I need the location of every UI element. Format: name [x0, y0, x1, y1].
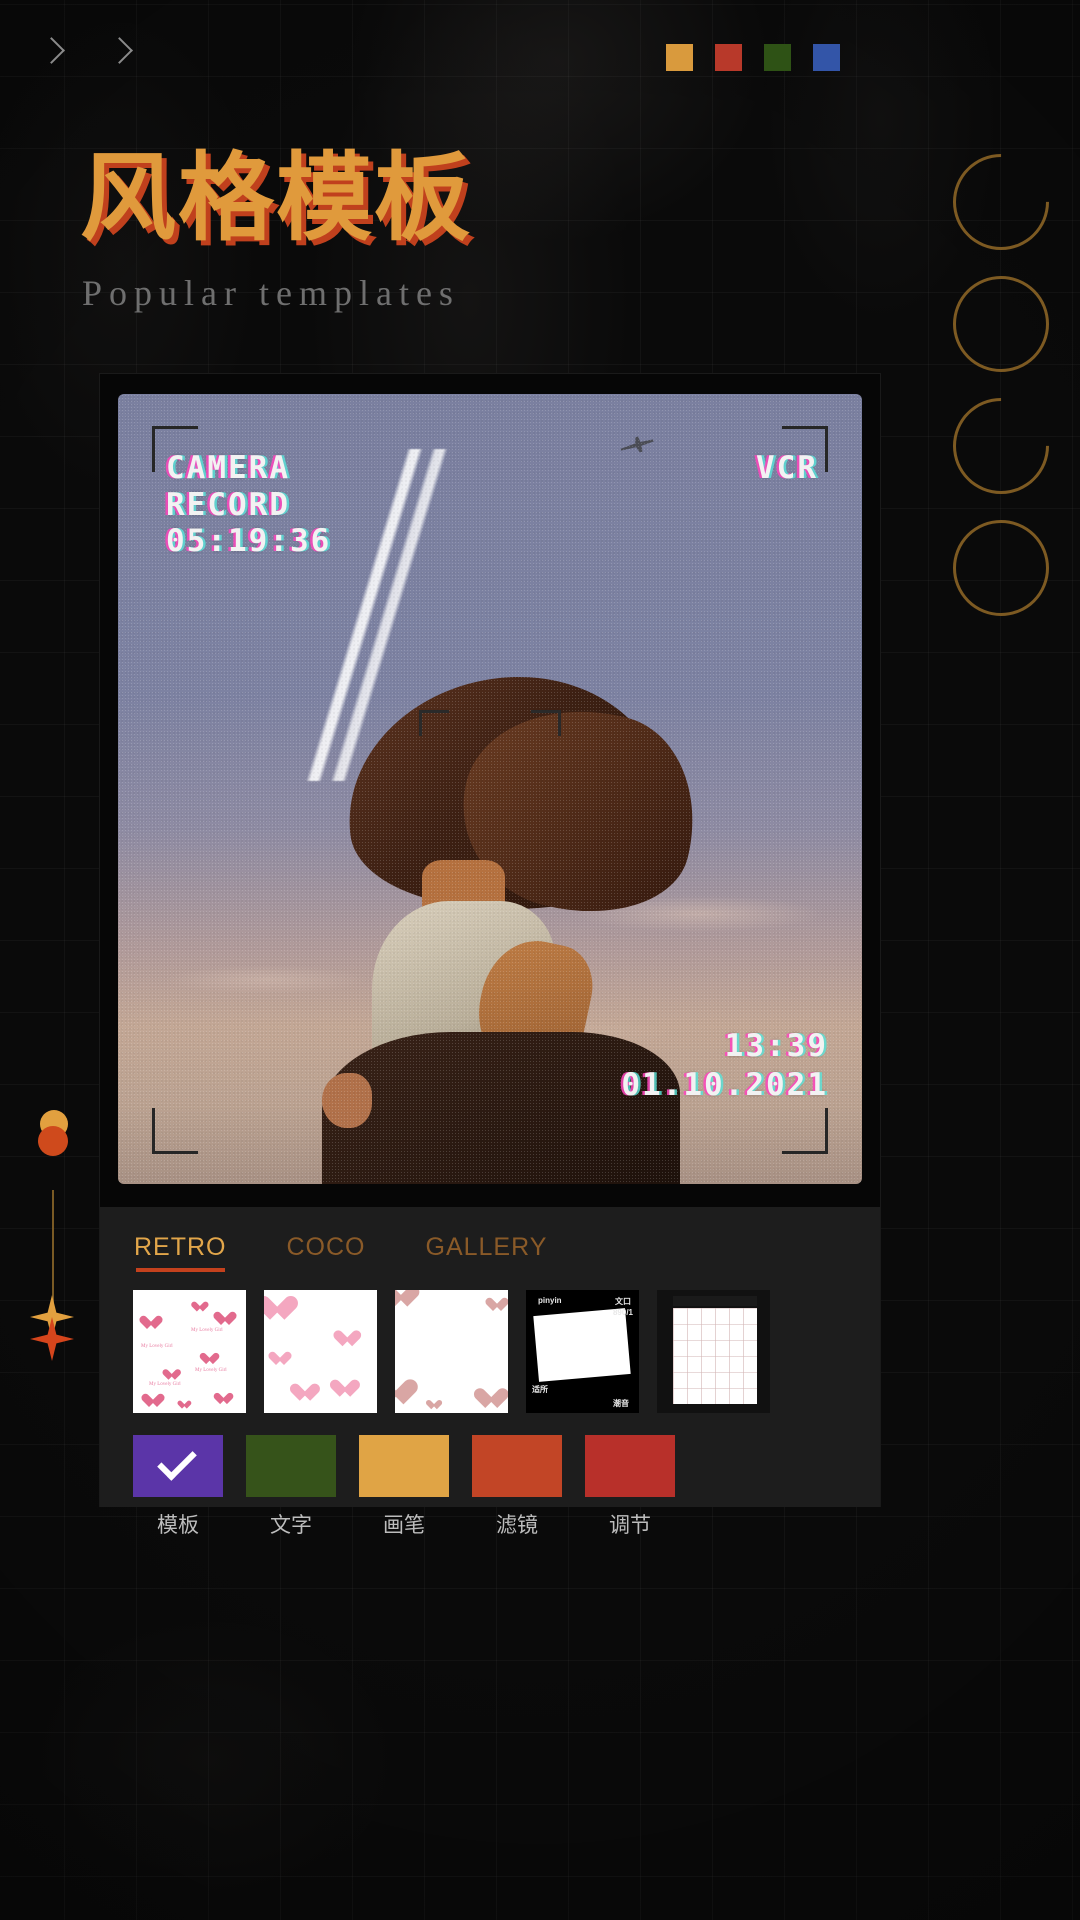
- sparkle-red-icon: [30, 1317, 74, 1361]
- tool-brush[interactable]: 画笔: [359, 1435, 449, 1539]
- decoration-dots: [38, 1110, 88, 1170]
- tab-gallery[interactable]: GALLERY: [426, 1233, 548, 1272]
- thumb-hearts-glossy[interactable]: [395, 1290, 508, 1413]
- letter-o-outline: [947, 270, 1055, 378]
- decoration-sparkle: [30, 1295, 78, 1363]
- tool-brush-label: 画笔: [383, 1513, 425, 1537]
- tool-text[interactable]: 文字: [246, 1435, 336, 1539]
- frame-bracket-bottom-left: [152, 1108, 198, 1154]
- tool-template-label: 模板: [157, 1513, 199, 1537]
- letter-o-outline: [947, 514, 1055, 622]
- panel-tab-bar: RETRO COCO GALLERY: [100, 1207, 880, 1272]
- swatch-amber[interactable]: [666, 44, 693, 71]
- subject-hand: [321, 1072, 372, 1129]
- tab-retro[interactable]: RETRO: [134, 1233, 227, 1272]
- overlay-timestamp: 13:39 01.10.2021: [621, 1027, 828, 1106]
- frame-bracket-bottom-right: [782, 1108, 828, 1154]
- template-panel: RETRO COCO GALLERY My Lovely Girl My Lov…: [100, 1207, 880, 1537]
- tool-template-swatch: [133, 1435, 223, 1497]
- overlay-record-label: RECORD: [166, 486, 290, 523]
- chevron-right-icon[interactable]: [36, 36, 70, 70]
- header-swatch-row: [666, 44, 840, 71]
- tool-adjust-swatch: [585, 1435, 675, 1497]
- vertical-coco-decoration: [933, 134, 1069, 636]
- page-title: 风格模板: [80, 142, 472, 254]
- photo-preview[interactable]: CAMERA RECORD 05:19:36 VCR 13:39 01.10.2…: [118, 394, 862, 1184]
- tool-brush-swatch: [359, 1435, 449, 1497]
- overlay-date: 01.10.2021: [621, 1067, 828, 1104]
- tool-adjust-label: 调节: [609, 1513, 651, 1537]
- tool-text-swatch: [246, 1435, 336, 1497]
- tool-adjust[interactable]: 调节: [585, 1435, 675, 1539]
- letter-c-outline: [933, 378, 1069, 514]
- tool-text-label: 文字: [270, 1513, 312, 1537]
- thumb-hearts-pink[interactable]: [264, 1290, 377, 1413]
- page-subtitle: Popular templates: [82, 273, 460, 313]
- thumb-phone-grid[interactable]: [657, 1290, 770, 1413]
- tool-bar: 模板 文字 画笔 滤镜 调节: [100, 1413, 880, 1539]
- tool-template[interactable]: 模板: [133, 1435, 223, 1539]
- thumb-hearts-scatter[interactable]: My Lovely Girl My Lovely Girl My Lovely …: [133, 1290, 246, 1413]
- template-thumbnail-row: My Lovely Girl My Lovely Girl My Lovely …: [100, 1272, 880, 1413]
- overlay-camera-label: CAMERA: [166, 450, 290, 486]
- swatch-red[interactable]: [715, 44, 742, 71]
- thumb-pinyin-frame[interactable]: pinyin 文口 890/1 适所 潮音: [526, 1290, 639, 1413]
- tool-filter-swatch: [472, 1435, 562, 1497]
- overlay-mode-label: VCR: [756, 450, 818, 486]
- letter-c-outline: [933, 134, 1069, 270]
- dot-red: [38, 1126, 68, 1156]
- tool-filter[interactable]: 滤镜: [472, 1435, 562, 1539]
- focus-brackets: [419, 710, 561, 758]
- overlay-left-text: CAMERA RECORD 05:19:36: [166, 450, 331, 560]
- app-screen: 风格模板 Popular templates CAMERA RECORD 05:…: [0, 0, 1080, 1920]
- swatch-blue[interactable]: [813, 44, 840, 71]
- swatch-green[interactable]: [764, 44, 791, 71]
- tab-coco[interactable]: COCO: [287, 1233, 366, 1272]
- check-icon: [157, 1441, 197, 1481]
- overlay-timecode: 05:19:36: [166, 523, 332, 560]
- tool-filter-label: 滤镜: [496, 1513, 538, 1537]
- top-nav-chevrons: [36, 36, 138, 70]
- chevron-right-icon[interactable]: [104, 36, 138, 70]
- overlay-clock: 13:39: [724, 1027, 828, 1064]
- thumb-pinyin-label: pinyin: [538, 1296, 562, 1305]
